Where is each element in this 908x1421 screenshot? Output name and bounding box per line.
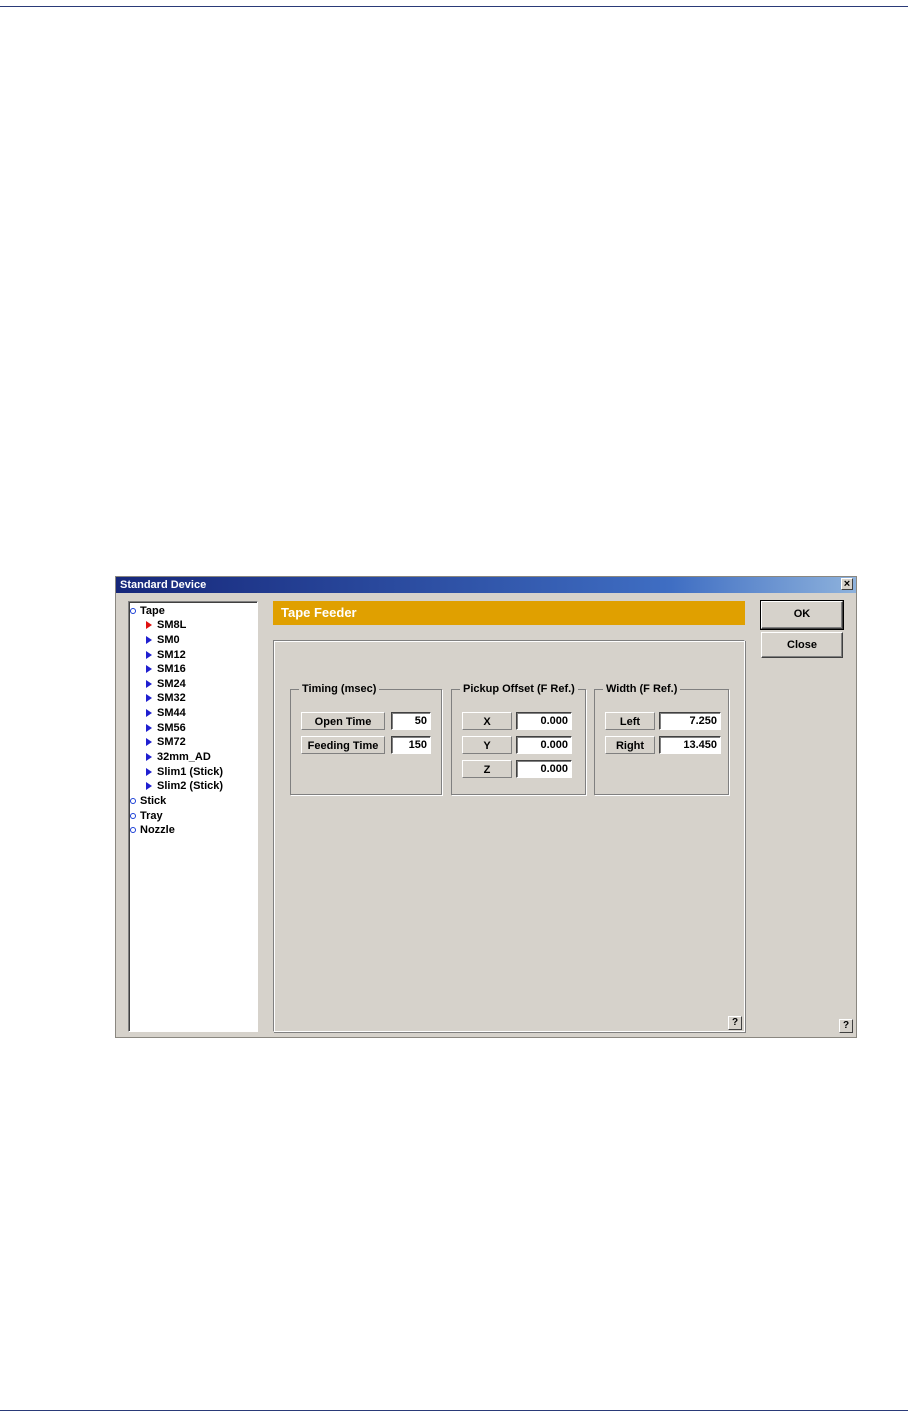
arrow-right-icon <box>146 738 152 746</box>
tree-item-sm32[interactable]: SM32 <box>146 691 186 705</box>
arrow-right-icon <box>146 636 152 644</box>
width-group-title: Width (F Ref.) <box>603 682 681 696</box>
standard-device-dialog: Standard Device × Tape SM8L SM0 SM12 SM1… <box>115 576 857 1038</box>
y-label: Y <box>462 736 512 754</box>
tape-feeder-panel: Timing (msec) Open Time Feeding Time Pic… <box>273 640 745 1032</box>
close-button[interactable]: Close <box>761 632 843 658</box>
tree-node-icon <box>130 827 136 833</box>
arrow-right-icon <box>146 680 152 688</box>
z-label: Z <box>462 760 512 778</box>
dialog-help-button[interactable]: ? <box>839 1019 853 1033</box>
right-label: Right <box>605 736 655 754</box>
timing-group-title: Timing (msec) <box>299 682 380 696</box>
close-icon[interactable]: × <box>841 578 853 590</box>
tree-item-sm16[interactable]: SM16 <box>146 662 186 676</box>
left-label: Left <box>605 712 655 730</box>
pickup-y-input[interactable] <box>516 736 572 754</box>
pickup-offset-group-title: Pickup Offset (F Ref.) <box>460 682 578 696</box>
arrow-right-icon <box>146 651 152 659</box>
width-right-input[interactable] <box>659 736 721 754</box>
tree-item-sm44[interactable]: SM44 <box>146 706 186 720</box>
ok-button[interactable]: OK <box>760 600 844 630</box>
arrow-right-icon <box>146 694 152 702</box>
tree-node-icon <box>130 813 136 819</box>
arrow-right-icon <box>146 782 152 790</box>
tree-item-32mm-ad[interactable]: 32mm_AD <box>146 750 211 764</box>
tree-node-icon <box>130 798 136 804</box>
tree-node-icon <box>130 608 136 614</box>
device-tree[interactable]: Tape SM8L SM0 SM12 SM16 SM24 SM32 SM44 S… <box>128 601 258 1032</box>
section-header: Tape Feeder <box>273 601 745 625</box>
pickup-offset-group: Pickup Offset (F Ref.) X Y Z <box>451 682 586 795</box>
x-label: X <box>462 712 512 730</box>
timing-group: Timing (msec) Open Time Feeding Time <box>290 682 442 795</box>
feeding-time-label: Feeding Time <box>301 736 385 754</box>
page-top-rule <box>0 6 908 7</box>
page-bottom-rule <box>0 1410 908 1411</box>
width-left-input[interactable] <box>659 712 721 730</box>
dialog-titlebar[interactable]: Standard Device × <box>116 577 856 593</box>
pickup-z-input[interactable] <box>516 760 572 778</box>
tree-item-sm0[interactable]: SM0 <box>146 633 180 647</box>
tree-item-stick[interactable]: Stick <box>130 794 166 808</box>
tree-item-tape[interactable]: Tape <box>130 604 165 618</box>
tree-item-sm56[interactable]: SM56 <box>146 721 186 735</box>
tree-item-sm24[interactable]: SM24 <box>146 677 186 691</box>
tree-item-slim2-stick[interactable]: Slim2 (Stick) <box>146 779 223 793</box>
tree-item-nozzle[interactable]: Nozzle <box>130 823 175 837</box>
panel-help-button[interactable]: ? <box>728 1016 742 1030</box>
tree-item-sm8l[interactable]: SM8L <box>146 618 186 632</box>
feeding-time-input[interactable] <box>391 736 431 754</box>
width-group: Width (F Ref.) Left Right <box>594 682 729 795</box>
arrow-right-icon <box>146 768 152 776</box>
tree-item-sm72[interactable]: SM72 <box>146 735 186 749</box>
arrow-right-icon <box>146 753 152 761</box>
open-time-input[interactable] <box>391 712 431 730</box>
arrow-right-icon <box>146 621 152 629</box>
arrow-right-icon <box>146 709 152 717</box>
pickup-x-input[interactable] <box>516 712 572 730</box>
tree-item-sm12[interactable]: SM12 <box>146 648 186 662</box>
open-time-label: Open Time <box>301 712 385 730</box>
arrow-right-icon <box>146 665 152 673</box>
arrow-right-icon <box>146 724 152 732</box>
tree-item-slim1-stick[interactable]: Slim1 (Stick) <box>146 765 223 779</box>
dialog-title: Standard Device <box>120 579 207 591</box>
tree-item-tray[interactable]: Tray <box>130 809 163 823</box>
